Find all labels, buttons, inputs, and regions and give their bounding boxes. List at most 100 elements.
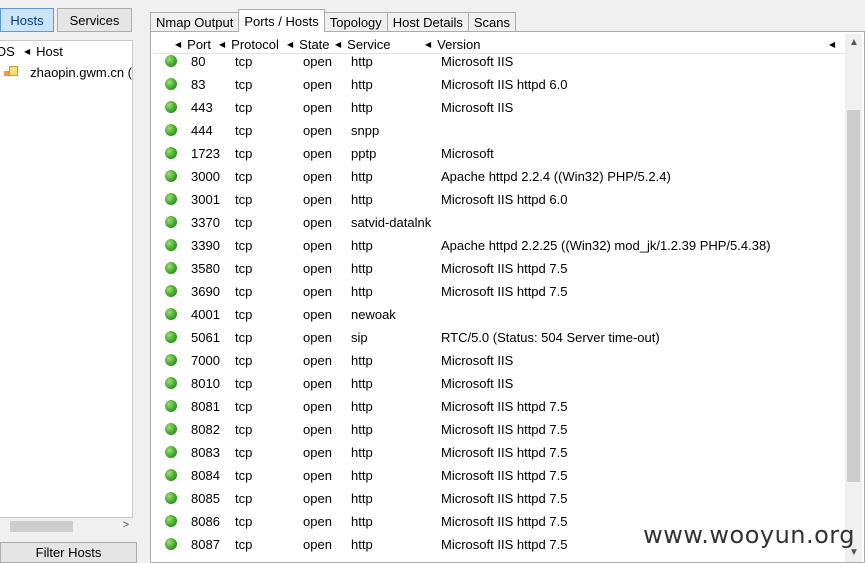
table-row[interactable]: 3390 tcp open http Apache httpd 2.2.25 ((Win…	[153, 234, 845, 257]
service-cell: http	[351, 468, 373, 483]
table-row[interactable]: 3370 tcp open satvid-datalnk	[153, 211, 845, 234]
ports-table-vscrollbar[interactable]: ▲ ▼	[845, 34, 862, 562]
port-open-status-icon	[165, 262, 177, 274]
port-cell: 3580	[191, 261, 220, 276]
services-toggle-button[interactable]: Services	[57, 8, 132, 32]
table-row[interactable]: 8081 tcp open http Microsoft IIS httpd 7.5	[153, 395, 845, 418]
table-row[interactable]: 443 tcp open http Microsoft IIS	[153, 96, 845, 119]
os-unknown-icon	[4, 66, 18, 78]
port-open-status-icon	[165, 170, 177, 182]
port-cell: 1723	[191, 146, 220, 161]
port-column-header[interactable]: ◀ Port	[175, 34, 211, 54]
ports-table-body: 80 tcp open http Microsoft IIS 83 tcp open http M…	[153, 50, 845, 556]
service-cell: http	[351, 169, 373, 184]
tab-host-details[interactable]: Host Details	[386, 12, 469, 32]
port-cell: 3000	[191, 169, 220, 184]
service-cell: newoak	[351, 307, 396, 322]
extra-column-header[interactable]: ◀	[829, 34, 841, 54]
service-cell: http	[351, 353, 373, 368]
scroll-thumb[interactable]	[847, 110, 860, 482]
host-list[interactable]: OS ◀ Host zhaopin.gwm.cn (	[0, 40, 133, 518]
table-row[interactable]: 7000 tcp open http Microsoft IIS	[153, 349, 845, 372]
service-cell: http	[351, 445, 373, 460]
filter-hosts-button[interactable]: Filter Hosts	[0, 542, 137, 563]
version-cell: Microsoft IIS httpd 7.5	[441, 514, 568, 529]
tab-ports-hosts[interactable]: Ports / Hosts	[238, 9, 325, 32]
protocol-cell: tcp	[235, 284, 253, 299]
state-cell: open	[303, 468, 332, 483]
service-cell: http	[351, 192, 373, 207]
table-row[interactable]: 3580 tcp open http Microsoft IIS httpd 7.5	[153, 257, 845, 280]
tab-bar: Nmap Output Ports / Hosts Topology Host …	[150, 9, 517, 32]
state-cell: open	[303, 284, 332, 299]
host-column-header[interactable]: Host	[36, 44, 63, 59]
version-column-header[interactable]: ◀ Version	[425, 34, 481, 54]
port-open-status-icon	[165, 193, 177, 205]
version-cell: Microsoft	[441, 146, 494, 161]
state-cell: open	[303, 514, 332, 529]
protocol-cell: tcp	[235, 261, 253, 276]
os-column-header[interactable]: OS	[0, 44, 24, 59]
scroll-up-icon[interactable]: ▲	[849, 37, 859, 48]
scroll-thumb[interactable]	[10, 521, 73, 532]
port-cell: 8010	[191, 376, 220, 391]
port-open-status-icon	[165, 124, 177, 136]
state-cell: open	[303, 146, 332, 161]
protocol-cell: tcp	[235, 169, 253, 184]
table-row[interactable]: 4001 tcp open newoak	[153, 303, 845, 326]
service-column-header[interactable]: ◀ Service	[335, 34, 391, 54]
state-cell: open	[303, 445, 332, 460]
state-cell: open	[303, 123, 332, 138]
table-row[interactable]: 8084 tcp open http Microsoft IIS httpd 7.5	[153, 464, 845, 487]
table-row[interactable]: 3001 tcp open http Microsoft IIS httpd 6.0	[153, 188, 845, 211]
service-cell: http	[351, 376, 373, 391]
table-row[interactable]: 3690 tcp open http Microsoft IIS httpd 7.5	[153, 280, 845, 303]
protocol-cell: tcp	[235, 399, 253, 414]
state-cell: open	[303, 307, 332, 322]
version-cell: Apache httpd 2.2.4 ((Win32) PHP/5.2.4)	[441, 169, 671, 184]
port-open-status-icon	[165, 78, 177, 90]
tab-nmap-output[interactable]: Nmap Output	[150, 12, 240, 32]
state-cell: open	[303, 422, 332, 437]
host-row[interactable]: zhaopin.gwm.cn (	[0, 61, 132, 83]
table-row[interactable]: 1723 tcp open pptp Microsoft	[153, 142, 845, 165]
port-open-status-icon	[165, 469, 177, 481]
port-open-status-icon	[165, 446, 177, 458]
version-cell: Microsoft IIS httpd 7.5	[441, 399, 568, 414]
state-cell: open	[303, 169, 332, 184]
version-cell: Microsoft IIS httpd 7.5	[441, 537, 568, 552]
state-cell: open	[303, 215, 332, 230]
port-open-status-icon	[165, 423, 177, 435]
protocol-cell: tcp	[235, 146, 253, 161]
port-open-status-icon	[165, 239, 177, 251]
state-column-header[interactable]: ◀ State	[287, 34, 330, 54]
scroll-right-icon[interactable]: >	[123, 519, 129, 531]
port-open-status-icon	[165, 308, 177, 320]
table-row[interactable]: 3000 tcp open http Apache httpd 2.2.4 ((Win3…	[153, 165, 845, 188]
service-cell: satvid-datalnk	[351, 215, 432, 230]
tab-scans[interactable]: Scans	[467, 12, 517, 32]
port-cell: 8082	[191, 422, 220, 437]
port-open-status-icon	[165, 285, 177, 297]
port-open-status-icon	[165, 377, 177, 389]
table-row[interactable]: 83 tcp open http Microsoft IIS httpd 6.0	[153, 73, 845, 96]
table-row[interactable]: 8085 tcp open http Microsoft IIS httpd 7.5	[153, 487, 845, 510]
table-row[interactable]: 8010 tcp open http Microsoft IIS	[153, 372, 845, 395]
ports-table[interactable]: ◀ Port ◀ Protocol ◀ State ◀ Service ◀ Version…	[153, 34, 845, 562]
state-cell: open	[303, 376, 332, 391]
zenmap-window: Hosts Services OS ◀ Host zhaopin.gwm.cn …	[0, 0, 865, 563]
table-row[interactable]: 8082 tcp open http Microsoft IIS httpd 7.5	[153, 418, 845, 441]
tab-topology[interactable]: Topology	[323, 12, 388, 32]
port-open-status-icon	[165, 216, 177, 228]
port-open-status-icon	[165, 400, 177, 412]
protocol-column-header[interactable]: ◀ Protocol	[219, 34, 279, 54]
service-cell: http	[351, 399, 373, 414]
ports-panel: ◀ Port ◀ Protocol ◀ State ◀ Service ◀ Version…	[150, 31, 865, 563]
table-row[interactable]: 5061 tcp open sip RTC/5.0 (Status: 504 Serve…	[153, 326, 845, 349]
table-row[interactable]: 444 tcp open snpp	[153, 119, 845, 142]
host-list-hscrollbar[interactable]: >	[0, 518, 133, 535]
table-row[interactable]: 8083 tcp open http Microsoft IIS httpd 7.5	[153, 441, 845, 464]
ports-table-header: ◀ Port ◀ Protocol ◀ State ◀ Service ◀ Version…	[153, 34, 845, 54]
service-cell: http	[351, 77, 373, 92]
hosts-toggle-button[interactable]: Hosts	[0, 8, 54, 32]
